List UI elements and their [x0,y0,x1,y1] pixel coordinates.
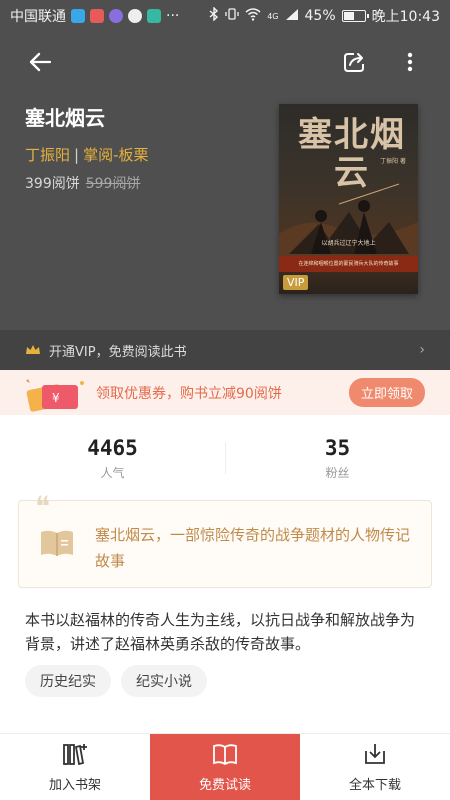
summary-quote: ❝ 塞北烟云，一部惊险传奇的战争题材的人物传记故事 [18,493,432,588]
price-line: 399阅饼 599阅饼 [25,173,140,193]
stat-popularity: 4465 人气 [0,428,225,490]
stat-label: 人气 [100,466,125,480]
stat-fans[interactable]: 35 粉丝 [225,428,450,490]
top-nav [0,32,450,90]
chevron-right-icon: › [419,342,425,358]
bookshelf-icon [63,743,87,765]
bluetooth-icon [209,6,219,25]
vibrate-icon [225,7,239,25]
author-line: 丁振阳 | 掌阅-板栗 [25,144,149,165]
vip-promo-bar[interactable]: 开通VIP，免费阅读此书 › [0,330,450,370]
original-price: 599阅饼 [85,176,141,192]
status-right: 4G 45% 晚上10:43 [209,6,440,26]
vip-badge: VIP [283,275,309,290]
coupon-bar: ¥ 领取优惠券，购书立减90阅饼 立即领取 [0,370,450,415]
stat-divider [225,442,226,474]
battery-percent: 45% [304,8,336,24]
quote-text: 塞北烟云，一部惊险传奇的战争题材的人物传记故事 [95,526,411,570]
free-trial-read-button[interactable]: 免费试读 [150,734,300,800]
author-link[interactable]: 丁振阳 [25,146,70,164]
back-button[interactable] [24,46,56,78]
battery-icon [341,10,369,22]
vip-crown-icon [26,345,40,354]
coupon-icon: ¥ [22,373,94,413]
network-type-label: 4G [267,11,279,21]
quote-mark-icon: ❝ [35,490,51,523]
wifi-icon [245,7,261,25]
stat-value: 4465 [87,436,138,460]
book-title: 塞北烟云 [25,106,105,130]
app-notification-icon [147,9,161,23]
tag-chip[interactable]: 纪实小说 [121,665,207,697]
signal-icon [285,8,299,25]
current-price: 399阅饼 [25,176,80,192]
stat-label: 粉丝 [325,466,350,480]
status-bar: 中国联通 ··· 4G 45% 晚上10:43 [0,0,450,32]
tag-list: 历史纪实 纪实小说 [25,665,207,697]
app-notification-icon [109,9,123,23]
clock: 晚上10:43 [371,9,440,25]
cover-title: 塞北烟云 [298,115,406,193]
status-left: 中国联通 ··· [10,6,179,26]
book-cover[interactable]: 塞北烟云 丁振阳 著 以胡兵过辽宁大地上 在连绵和咽喉位置的蒙民骑兵大队的传奇故… [279,104,418,294]
cover-tagline: 以胡兵过辽宁大地上 [321,240,376,247]
bottom-action-bar: 加入书架 免费试读 全本下载 [0,733,450,800]
message-icon [128,9,142,23]
more-notifications-icon: ··· [166,8,180,24]
share-button[interactable] [339,46,371,78]
more-button[interactable] [394,46,426,78]
add-to-shelf-button[interactable]: 加入书架 [0,734,150,800]
cover-band: 在连绵和咽喉位置的蒙民骑兵大队的传奇故事 [279,256,418,272]
download-full-button[interactable]: 全本下载 [300,734,450,800]
claim-coupon-button[interactable]: 立即领取 [348,378,425,407]
add-to-shelf-label: 加入书架 [48,777,101,793]
carrier-label: 中国联通 [10,9,66,25]
svg-text:¥: ¥ [52,391,60,405]
publisher-link[interactable]: 掌阅-板栗 [83,146,148,164]
stat-value: 35 [324,436,351,460]
book-stats: 4465 人气 35 粉丝 [0,428,450,490]
download-full-label: 全本下载 [348,777,401,793]
separator: | [74,146,80,164]
book-header: 塞北烟云 丁振阳 | 掌阅-板栗 399阅饼 599阅饼 塞北烟云 丁振阳 著 以胡兵… [0,32,450,330]
coupon-text: 领取优惠券，购书立减90阅饼 [96,385,282,402]
app-notification-icon [90,9,104,23]
arrow-left-icon [29,52,51,72]
book-description: 本书以赵福林的传奇人生为主线，以抗日战争和解放战争为背景，讲述了赵福林英勇杀敌的… [25,611,416,653]
share-icon [344,53,364,72]
download-icon [365,743,385,764]
vip-promo-text: 开通VIP，免费阅读此书 [49,344,187,360]
more-vertical-icon [407,52,413,72]
app-notification-icon [71,9,85,23]
book-read-icon [213,743,237,765]
battery-level [343,12,354,20]
cover-subtitle: 在连绵和咽喉位置的蒙民骑兵大队的传奇故事 [298,261,399,267]
free-trial-read-label: 免费试读 [198,777,251,793]
open-book-icon [41,530,73,556]
tag-chip[interactable]: 历史纪实 [25,665,111,697]
cover-author: 丁振阳 著 [380,158,406,165]
